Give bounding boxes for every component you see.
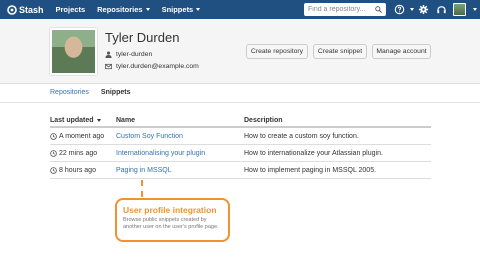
table-row: A moment ago Custom Soy Function How to …: [50, 128, 431, 145]
cell-description: How to internationalize your Atlassian p…: [244, 149, 383, 157]
snippet-link[interactable]: Paging in MSSQL: [116, 167, 172, 174]
top-navigation-bar: Stash Projects Repositories Snippets: [0, 0, 480, 19]
tabs-divider: [0, 102, 480, 103]
snippet-link[interactable]: Internationalising your plugin: [116, 150, 205, 157]
user-icon: [105, 51, 112, 58]
cell-updated: A moment ago: [50, 133, 116, 140]
clock-icon: [50, 149, 57, 157]
chevron-down-icon[interactable]: [410, 8, 414, 11]
profile-avatar: [50, 28, 97, 75]
logo-text: Stash: [19, 4, 44, 15]
annotation-text: Browse public snippets created by anothe…: [123, 217, 219, 230]
chevron-down-icon: [196, 8, 201, 11]
search-icon[interactable]: [375, 6, 382, 13]
email-text: tyler.durden@example.com: [116, 63, 199, 70]
column-label: Last updated: [50, 117, 94, 124]
updated-text: 22 mins ago: [59, 149, 98, 157]
profile-name: Tyler Durden: [105, 30, 180, 45]
updated-text: 8 hours ago: [59, 166, 96, 174]
profile-tabs: Repositories Snippets: [50, 89, 142, 96]
profile-header: Tyler Durden tyler-durden tyler.durden@e…: [0, 19, 480, 84]
tab-snippets[interactable]: Snippets: [101, 89, 131, 96]
column-description: Description: [244, 117, 283, 124]
nav-repositories-label: Repositories: [97, 5, 143, 14]
username-text: tyler-durden: [116, 51, 153, 58]
column-name: Name: [116, 117, 136, 124]
clock-icon: [50, 132, 57, 140]
sort-down-icon: [96, 119, 101, 122]
stash-logo-icon: [7, 4, 17, 15]
annotation-callout: User profile integration Browse public s…: [115, 198, 230, 242]
chevron-down-icon[interactable]: [473, 8, 477, 11]
updated-text: A moment ago: [59, 132, 105, 140]
clock-icon: [50, 166, 57, 174]
nav-projects-label: Projects: [55, 5, 86, 14]
manage-account-button[interactable]: Manage account: [372, 44, 431, 59]
create-repository-button[interactable]: Create repository: [246, 44, 308, 59]
user-avatar[interactable]: [453, 3, 466, 16]
profile-username: tyler-durden: [105, 51, 152, 58]
nav-projects[interactable]: Projects: [56, 5, 86, 14]
create-snippet-button[interactable]: Create snippet: [313, 44, 367, 59]
cell-updated: 8 hours ago: [50, 167, 116, 174]
snippet-link[interactable]: Custom Soy Function: [116, 133, 183, 140]
stash-logo[interactable]: Stash: [7, 5, 44, 15]
table-row: 22 mins ago Internationalising your plug…: [50, 145, 431, 162]
cell-updated: 22 mins ago: [50, 150, 116, 157]
cell-description: How to implement paging in MSSQL 2005.: [244, 166, 377, 174]
gear-icon[interactable]: [418, 4, 429, 15]
search-box: [304, 3, 386, 16]
chevron-down-icon: [145, 8, 150, 11]
table-header: Last updated Name Description: [50, 115, 431, 128]
profile-email: tyler.durden@example.com: [105, 63, 199, 70]
tab-repositories[interactable]: Repositories: [50, 89, 89, 96]
cell-description: How to create a custom soy function.: [244, 132, 359, 140]
snippets-table: Last updated Name Description A moment a…: [50, 115, 431, 179]
table-row: 8 hours ago Paging in MSSQL How to imple…: [50, 162, 431, 179]
nav-repositories[interactable]: Repositories: [97, 5, 150, 14]
annotation-title: User profile integration: [123, 205, 217, 215]
annotation-connector: [141, 180, 143, 197]
nav-snippets-label: Snippets: [161, 5, 194, 14]
help-icon[interactable]: [394, 4, 405, 15]
envelope-icon: [105, 63, 112, 70]
column-last-updated[interactable]: Last updated: [50, 117, 116, 124]
nav-snippets[interactable]: Snippets: [162, 5, 201, 14]
notifications-icon[interactable]: [436, 4, 447, 15]
search-input[interactable]: [308, 6, 374, 13]
